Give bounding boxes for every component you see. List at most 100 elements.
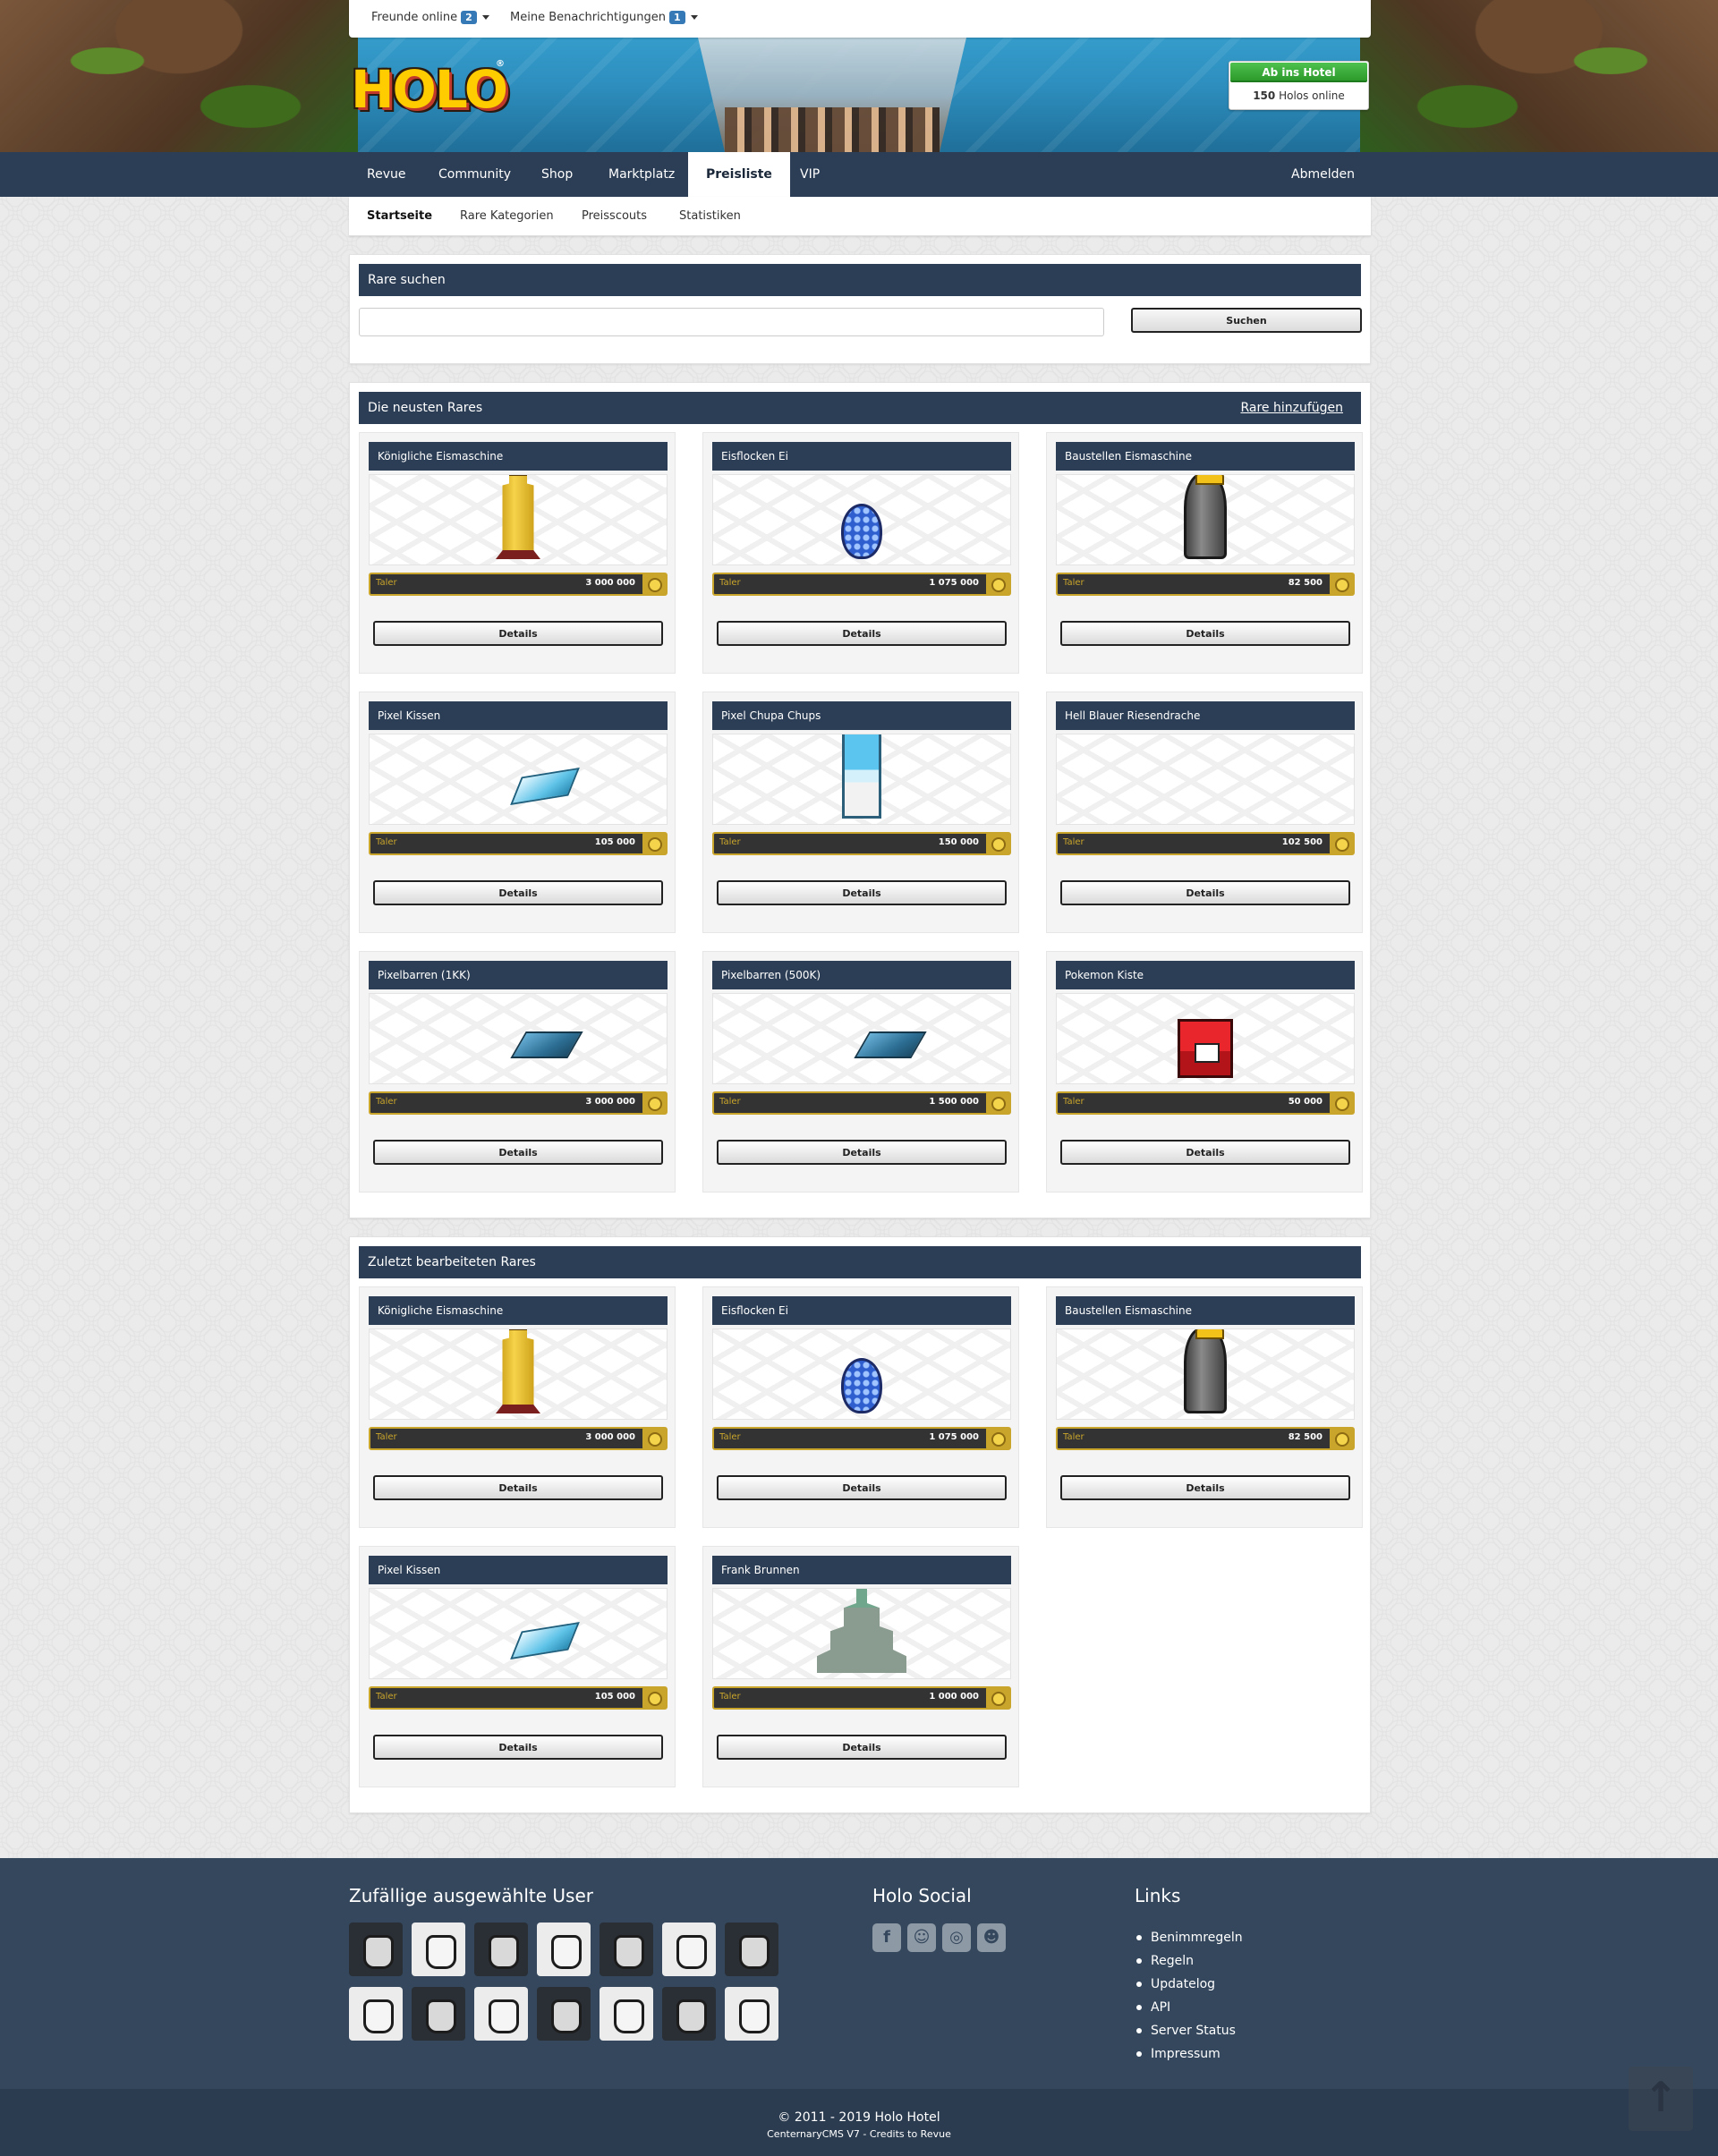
currency-label: Taler — [1063, 578, 1084, 588]
coin-icon — [986, 1427, 1009, 1450]
subnav-item-statistiken[interactable]: Statistiken — [679, 209, 741, 223]
facebook-icon[interactable]: f — [872, 1923, 901, 1952]
edited-rares-title: Zuletzt bearbeiteten Rares — [359, 1246, 1361, 1278]
details-button[interactable]: Details — [717, 621, 1007, 646]
details-button[interactable]: Details — [1060, 621, 1350, 646]
avatar[interactable] — [725, 1923, 778, 1976]
rare-card-title: Königliche Eismaschine — [369, 442, 668, 471]
jungle-decoration-right — [1360, 0, 1718, 152]
rare-item-preview — [712, 734, 1011, 825]
nav-item-marktplatz[interactable]: Marktplatz — [591, 152, 693, 197]
avatar[interactable] — [349, 1987, 403, 2041]
footer-link-server-status[interactable]: Server Status — [1135, 2019, 1243, 2042]
rare-card-title: Pixelbarren (1KK) — [369, 961, 668, 989]
snapchat-icon[interactable]: ☺ — [907, 1923, 936, 1952]
nav-item-revue[interactable]: Revue — [349, 152, 423, 197]
details-button[interactable]: Details — [373, 621, 663, 646]
avatar[interactable] — [537, 1987, 591, 2041]
coin-icon — [1330, 832, 1353, 855]
rare-search-title: Rare suchen — [359, 264, 1361, 296]
rare-item-preview — [1056, 734, 1355, 825]
main-navigation: Revue Community Shop Marktplatz Preislis… — [0, 152, 1718, 197]
pixel-bar-icon — [854, 1031, 927, 1058]
rare-card: Königliche Eismaschine Taler 3 000 000 Deta… — [359, 432, 676, 674]
avatar[interactable] — [474, 1923, 528, 1976]
rare-item-preview — [369, 993, 668, 1084]
footer-link-api[interactable]: API — [1135, 1996, 1243, 2019]
subnav-item-startseite[interactable]: Startseite — [367, 209, 432, 223]
social-heading: Holo Social — [872, 1885, 972, 1906]
details-button[interactable]: Details — [1060, 1475, 1350, 1500]
price-bar: Taler 1 075 000 — [712, 573, 1011, 596]
search-button[interactable]: Suchen — [1131, 308, 1362, 333]
notifications-dropdown[interactable]: Meine Benachrichtigungen 1 — [510, 11, 698, 24]
friends-online-badge: 2 — [461, 11, 477, 24]
coin-icon — [642, 1091, 666, 1115]
avatar[interactable] — [412, 1923, 465, 1976]
nav-item-community[interactable]: Community — [421, 152, 529, 197]
avatar[interactable] — [725, 1987, 778, 2041]
nav-item-shop[interactable]: Shop — [523, 152, 591, 197]
logout-link[interactable]: Abmelden — [1273, 152, 1373, 197]
enter-hotel-button[interactable]: Ab ins Hotel — [1230, 63, 1367, 82]
edited-rares-grid: Königliche Eismaschine Taler 3 000 000 Deta… — [359, 1286, 1363, 1787]
avatar[interactable] — [600, 1987, 653, 2041]
avatar[interactable] — [349, 1923, 403, 1976]
avatar[interactable] — [600, 1923, 653, 1976]
footer-link-regeln[interactable]: Regeln — [1135, 1949, 1243, 1973]
details-button[interactable]: Details — [373, 1735, 663, 1760]
currency-label: Taler — [719, 837, 741, 847]
discord-icon[interactable]: ☻ — [977, 1923, 1006, 1952]
footer-link-benimmregeln[interactable]: Benimmregeln — [1135, 1926, 1243, 1949]
rare-search-input[interactable] — [359, 308, 1104, 336]
coin-icon — [642, 1686, 666, 1710]
rare-item-preview — [369, 1328, 668, 1420]
instagram-icon[interactable]: ◎ — [942, 1923, 971, 1952]
details-button[interactable]: Details — [373, 1475, 663, 1500]
rare-card: Pokemon Kiste Taler 50 000 Details — [1046, 951, 1363, 1193]
scroll-to-top-button[interactable]: ↑ — [1629, 2067, 1693, 2131]
rare-card-title: Pixel Kissen — [369, 1556, 668, 1584]
snowflake-egg-icon — [841, 504, 882, 559]
details-button[interactable]: Details — [717, 880, 1007, 905]
details-button[interactable]: Details — [373, 1140, 663, 1165]
price-bar: Taler 3 000 000 — [369, 1427, 668, 1450]
price-bar: Taler 82 500 — [1056, 573, 1355, 596]
rare-card: Königliche Eismaschine Taler 3 000 000 Deta… — [359, 1286, 676, 1528]
footer-links-list: Benimmregeln Regeln Updatelog API Server… — [1135, 1926, 1243, 2066]
hotel-entry-box: Ab ins Hotel 150 Holos online — [1229, 61, 1369, 110]
avatar[interactable] — [412, 1987, 465, 2041]
details-button[interactable]: Details — [717, 1475, 1007, 1500]
footer-link-impressum[interactable]: Impressum — [1135, 2042, 1243, 2066]
avatar[interactable] — [474, 1987, 528, 2041]
avatar[interactable] — [662, 1923, 716, 1976]
subnav-item-preisscouts[interactable]: Preisscouts — [582, 209, 647, 223]
newest-rares-grid: Königliche Eismaschine Taler 3 000 000 Deta… — [359, 432, 1363, 1193]
newest-rares-panel: Die neusten Rares Rare hinzufügen Königl… — [349, 382, 1371, 1218]
add-rare-link[interactable]: Rare hinzufügen — [1240, 392, 1343, 424]
sub-navigation: Startseite Rare Kategorien Preisscouts S… — [349, 197, 1371, 236]
details-button[interactable]: Details — [1060, 1140, 1350, 1165]
subnav-item-rare-kategorien[interactable]: Rare Kategorien — [460, 209, 554, 223]
details-button[interactable]: Details — [717, 1735, 1007, 1760]
currency-label: Taler — [376, 578, 397, 588]
currency-label: Taler — [719, 1692, 741, 1702]
snowflake-egg-icon — [841, 1358, 882, 1413]
price-bar: Taler 3 000 000 — [369, 573, 668, 596]
price-value: 150 000 — [938, 837, 979, 847]
nav-item-preisliste[interactable]: Preisliste — [688, 152, 790, 197]
construction-ice-machine-icon — [1184, 1329, 1227, 1413]
random-users-heading: Zufällige ausgewählte User — [349, 1885, 593, 1906]
copyright-bar: © 2011 - 2019 Holo Hotel CenternaryCMS V… — [0, 2089, 1718, 2156]
friends-online-dropdown[interactable]: Freunde online 2 — [371, 11, 489, 24]
footer-link-updatelog[interactable]: Updatelog — [1135, 1973, 1243, 1996]
avatar[interactable] — [662, 1987, 716, 2041]
details-button[interactable]: Details — [373, 880, 663, 905]
rare-item-preview — [712, 1588, 1011, 1679]
nav-item-vip[interactable]: VIP — [782, 152, 838, 197]
site-logo[interactable]: HOLO ® — [351, 59, 508, 120]
details-button[interactable]: Details — [717, 1140, 1007, 1165]
details-button[interactable]: Details — [1060, 880, 1350, 905]
avatar[interactable] — [537, 1923, 591, 1976]
rare-card-title: Hell Blauer Riesendrache — [1056, 701, 1355, 730]
